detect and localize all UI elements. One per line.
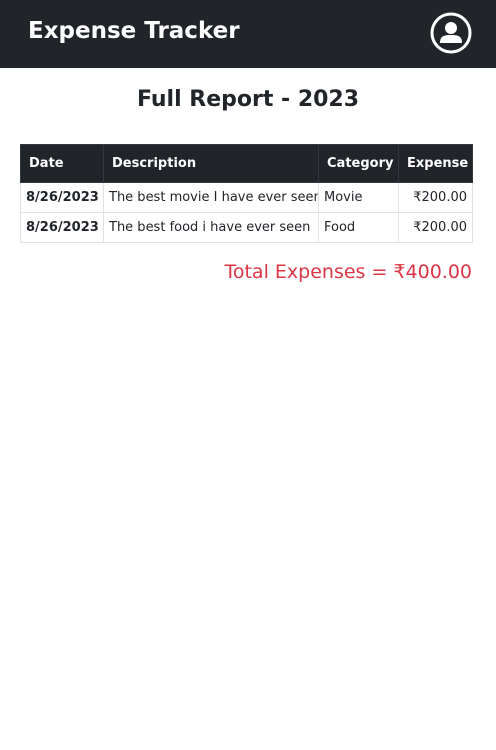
cell-category: Movie [318, 182, 399, 213]
brand-title[interactable]: Expense Tracker [28, 14, 240, 48]
table-header-row: Date Description Category Expense [20, 144, 473, 183]
cell-description: The best food i have ever seen [103, 212, 319, 243]
column-header-category: Category [318, 144, 399, 183]
column-header-expense: Expense [398, 144, 473, 183]
cell-description: The best movie I have ever seen [103, 182, 319, 213]
profile-button[interactable] [430, 12, 472, 54]
navbar: Expense Tracker [0, 0, 496, 68]
cell-date: 8/26/2023 [20, 182, 104, 213]
page-title: Full Report - 2023 [136, 87, 360, 112]
expense-table: Date Description Category Expense 8/26/2… [20, 144, 473, 243]
table-row: 8/26/2023 The best movie I have ever see… [20, 182, 473, 213]
column-header-description: Description [103, 144, 319, 183]
table-row: 8/26/2023 The best food i have ever seen… [20, 212, 473, 243]
column-header-date: Date [20, 144, 104, 183]
cell-category: Food [318, 212, 399, 243]
cell-expense: ₹200.00 [398, 182, 473, 213]
cell-date: 8/26/2023 [20, 212, 104, 243]
cell-expense: ₹200.00 [398, 212, 473, 243]
user-circle-icon [430, 12, 472, 54]
total-expenses: Total Expenses = ₹400.00 [224, 261, 472, 283]
